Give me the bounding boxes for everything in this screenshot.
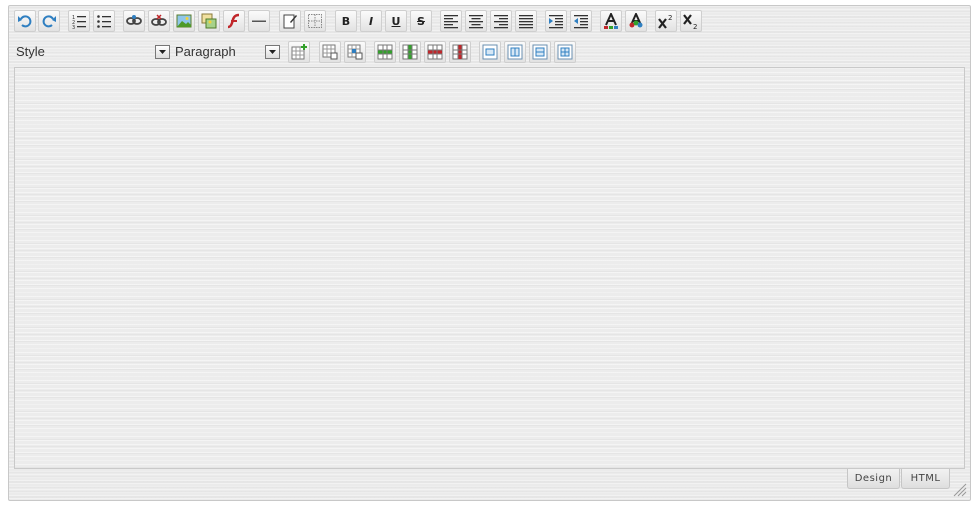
edit-document-icon [283, 14, 297, 29]
insert-row-button[interactable] [374, 41, 396, 63]
delete-row-button[interactable] [424, 41, 446, 63]
insert-flash-button[interactable] [223, 10, 245, 32]
format-select-value: Paragraph [175, 44, 236, 59]
superscript-icon: 2 [658, 14, 672, 29]
insert-table-button[interactable] [288, 41, 310, 63]
design-mode-tab[interactable]: Design [847, 469, 900, 489]
align-right-icon [494, 15, 508, 29]
superscript-button[interactable]: 2 [655, 10, 677, 32]
horizontal-rule-button[interactable] [248, 10, 270, 32]
undo-icon [18, 15, 32, 28]
image-gallery-icon [201, 13, 217, 29]
unordered-list-button[interactable] [93, 10, 115, 32]
svg-text:2: 2 [693, 23, 697, 29]
delete-column-button[interactable] [449, 41, 471, 63]
svg-text:2: 2 [668, 14, 672, 22]
strikethrough-label: S [417, 14, 425, 28]
unlink-icon [151, 14, 167, 26]
format-select[interactable]: Paragraph [173, 42, 283, 62]
chevron-down-icon[interactable] [155, 45, 170, 59]
insert-column-icon [402, 44, 418, 60]
font-color-icon [604, 13, 618, 29]
insert-table-icon [291, 44, 307, 60]
table-borders-button[interactable] [304, 10, 326, 32]
outdent-button[interactable] [570, 10, 592, 32]
ordered-list-icon: 123 [72, 15, 86, 29]
image-manager-button[interactable] [198, 10, 220, 32]
font-color-button[interactable] [600, 10, 622, 32]
insert-column-button[interactable] [399, 41, 421, 63]
align-justify-icon [519, 15, 533, 29]
highlight-color-button[interactable] [625, 10, 647, 32]
underline-button[interactable]: U [385, 10, 407, 32]
subscript-icon: 2 [683, 14, 697, 29]
flash-icon [227, 13, 240, 29]
style-select[interactable]: Style [14, 42, 172, 62]
bulleted-list-icon [97, 15, 111, 28]
chevron-down-icon[interactable] [265, 45, 280, 59]
italic-label: I [368, 14, 374, 28]
align-right-button[interactable] [490, 10, 512, 32]
indent-button[interactable] [545, 10, 567, 32]
strikethrough-button[interactable]: S [410, 10, 432, 32]
insert-image-button[interactable] [173, 10, 195, 32]
remove-link-button[interactable] [148, 10, 170, 32]
outdent-icon [574, 15, 588, 29]
delete-column-icon [452, 44, 468, 60]
split-cell-horizontal-button[interactable] [529, 41, 551, 63]
italic-button[interactable]: I [360, 10, 382, 32]
bold-button[interactable]: B [335, 10, 357, 32]
split-cell-icon [507, 44, 523, 60]
html-mode-tab[interactable]: HTML [901, 469, 950, 489]
redo-icon [42, 15, 56, 28]
subscript-button[interactable]: 2 [680, 10, 702, 32]
design-tab-label: Design [854, 473, 893, 484]
align-justify-button[interactable] [515, 10, 537, 32]
ordered-list-button[interactable]: 123 [68, 10, 90, 32]
merge-cells-button[interactable] [479, 41, 501, 63]
insert-link-button[interactable] [123, 10, 145, 32]
align-left-icon [444, 15, 458, 29]
align-center-button[interactable] [465, 10, 487, 32]
split-cell-button[interactable] [504, 41, 526, 63]
svg-text:3: 3 [72, 25, 75, 29]
table-properties-icon [322, 44, 338, 60]
highlight-color-icon [629, 13, 643, 28]
table-properties-button[interactable] [319, 41, 341, 63]
edit-source-button[interactable] [279, 10, 301, 32]
indent-icon [549, 15, 563, 29]
cell-properties-icon [347, 44, 363, 60]
style-select-value: Style [16, 44, 45, 59]
redo-button[interactable] [38, 10, 60, 32]
cell-properties-button[interactable] [344, 41, 366, 63]
align-left-button[interactable] [440, 10, 462, 32]
resize-grip-icon[interactable] [953, 483, 967, 497]
undo-button[interactable] [14, 10, 36, 32]
content-editing-area[interactable] [14, 67, 965, 469]
html-tab-label: HTML [910, 473, 941, 484]
insert-row-icon [377, 44, 393, 60]
delete-row-icon [427, 44, 443, 60]
cell-padding-button[interactable] [554, 41, 576, 63]
split-horizontal-icon [532, 44, 548, 60]
cell-padding-icon [557, 44, 573, 60]
bold-label: B [341, 14, 351, 28]
rich-text-editor: 123 B I U S 2 2 Style Paragraph Design H… [8, 5, 971, 501]
align-center-icon [469, 15, 483, 29]
link-icon [126, 15, 142, 25]
grid-border-icon [308, 14, 322, 28]
horizontal-rule-icon [252, 20, 266, 22]
underline-label: U [391, 14, 401, 28]
merge-cells-icon [482, 44, 498, 60]
image-icon [176, 14, 192, 28]
